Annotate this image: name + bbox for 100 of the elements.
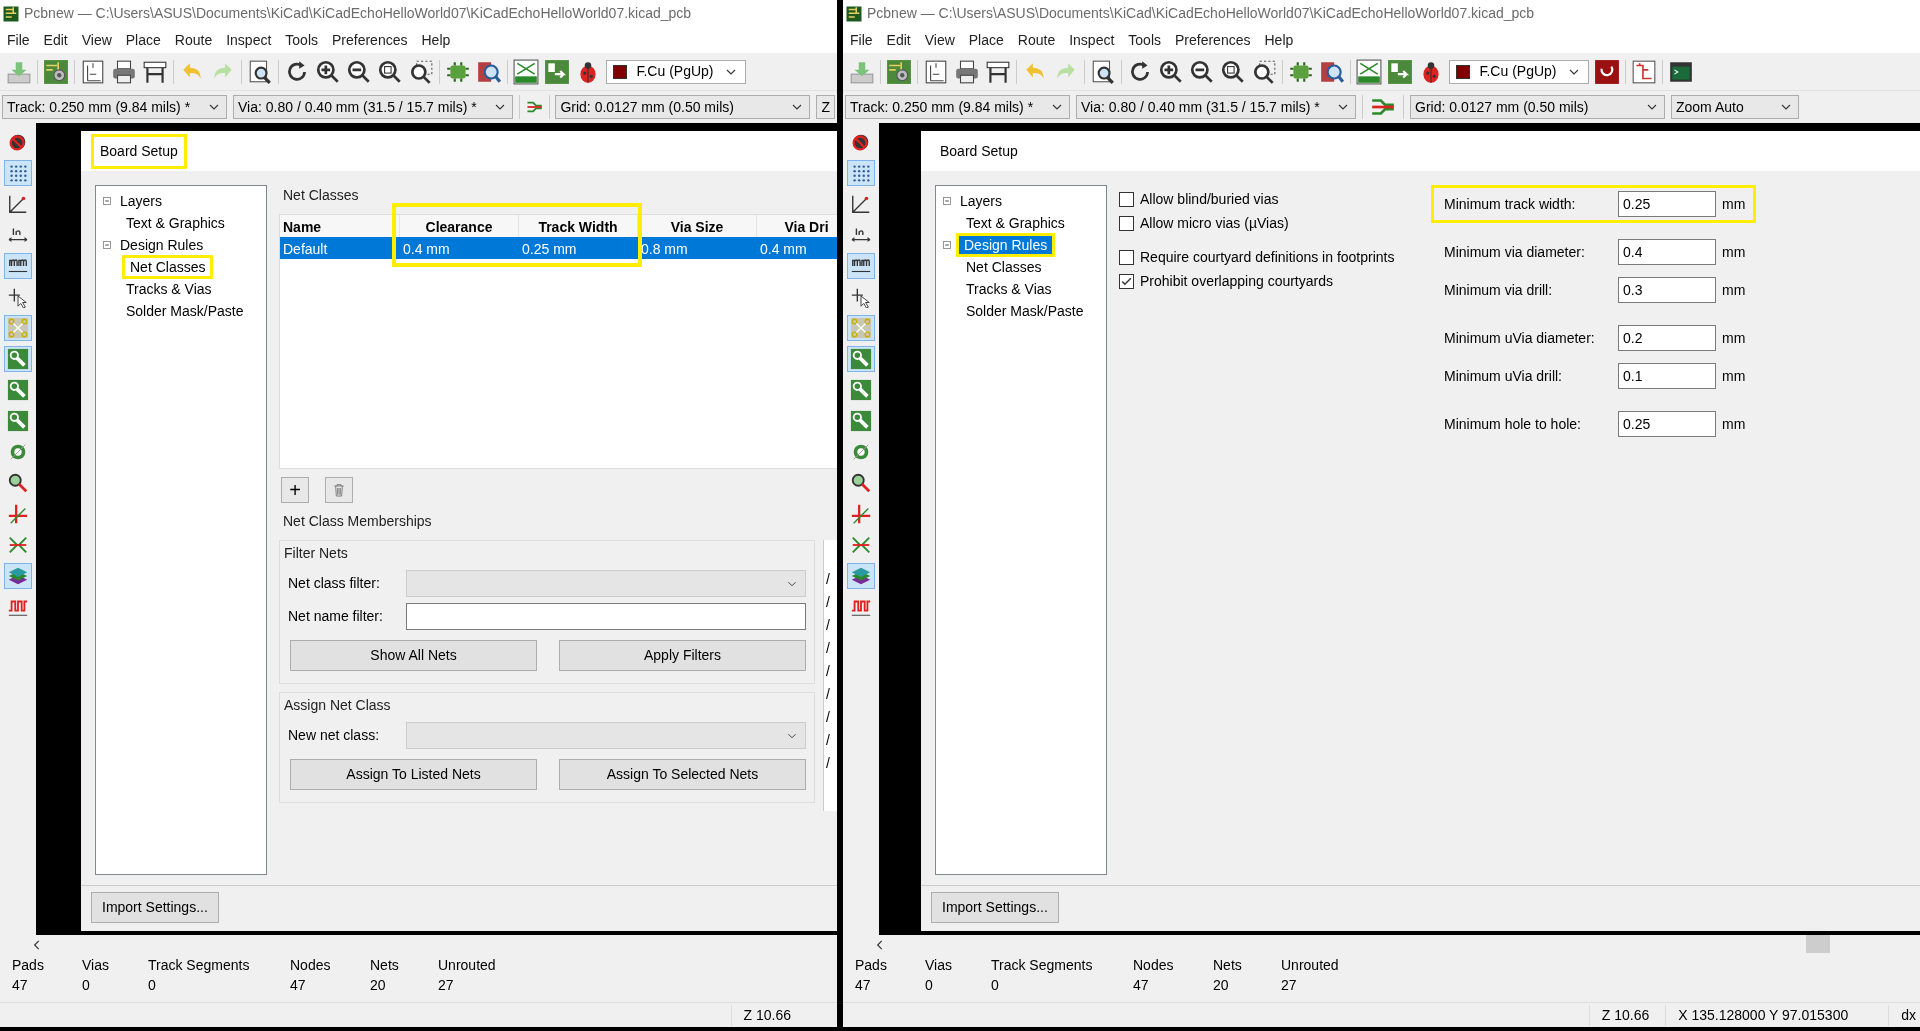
page-ruler-icon[interactable] <box>80 58 106 85</box>
menu-item[interactable]: Preferences <box>1168 29 1258 51</box>
tree-item[interactable]: Text & Graphics <box>962 213 1069 233</box>
cursor-icon[interactable] <box>850 286 872 308</box>
grid-icon[interactable] <box>850 162 872 184</box>
column-header[interactable]: Clearance <box>400 215 519 237</box>
menu-item[interactable]: File <box>0 29 37 51</box>
column-header[interactable]: Name <box>280 215 400 237</box>
track-display-icon[interactable] <box>850 348 872 370</box>
action-button[interactable]: Apply Filters <box>559 640 806 671</box>
menu-item[interactable]: Inspect <box>1062 29 1122 51</box>
column-header[interactable]: Track Width <box>519 215 638 237</box>
menu-item[interactable]: View <box>917 29 962 51</box>
zoom-in-icon[interactable] <box>1158 58 1184 85</box>
checkbox[interactable] <box>1119 249 1134 265</box>
track-display-icon[interactable] <box>7 348 29 370</box>
menu-item[interactable]: Tools <box>1121 29 1168 51</box>
curve-tool-icon[interactable] <box>1594 58 1620 85</box>
net-name[interactable]: / <box>824 662 837 681</box>
menu-item[interactable]: Route <box>167 29 220 51</box>
delete-button[interactable] <box>325 477 353 503</box>
layer-dropdown[interactable]: F.Cu (PgUp) <box>606 59 746 84</box>
netlist-icon[interactable] <box>1356 58 1382 85</box>
menu-item[interactable]: View <box>74 29 119 51</box>
highlight-net-icon[interactable] <box>850 472 872 494</box>
tree-item[interactable]: Solder Mask/Paste <box>962 301 1088 321</box>
collapse-icon[interactable] <box>940 194 954 208</box>
collapse-icon[interactable] <box>100 194 114 208</box>
action-button[interactable]: Show All Nets <box>290 640 537 671</box>
menu-item[interactable]: Place <box>961 29 1011 51</box>
net-name[interactable]: / <box>824 731 837 750</box>
number-field[interactable]: 0.4 <box>1618 239 1716 265</box>
cross-tracks-icon[interactable] <box>850 534 872 556</box>
scrollbar-thumb[interactable] <box>1806 935 1830 953</box>
zoom-dropdown[interactable]: Z <box>816 95 835 119</box>
action-button[interactable]: Assign To Listed Nets <box>290 759 537 790</box>
menu-item[interactable]: Inspect <box>219 29 279 51</box>
number-field[interactable]: 0.25 <box>1618 191 1716 217</box>
menu-item[interactable]: File <box>843 29 880 51</box>
number-field[interactable]: 0.25 <box>1618 411 1716 437</box>
zoom-in-icon[interactable] <box>315 58 341 85</box>
tree-item[interactable]: Layers <box>116 191 167 211</box>
track-width-dropdown[interactable]: Track: 0.250 mm (9.84 mils) * <box>2 95 227 119</box>
printer-icon[interactable] <box>954 58 980 85</box>
circuit-gear-icon[interactable] <box>886 58 912 85</box>
number-field[interactable]: 0.3 <box>1618 277 1716 303</box>
tree-item[interactable]: Net Classes <box>962 257 1046 277</box>
menu-item[interactable]: Help <box>414 29 458 51</box>
polar-coordinates-icon[interactable] <box>850 193 872 215</box>
collapse-icon[interactable] <box>940 238 954 252</box>
import-settings-button[interactable]: Import Settings... <box>931 892 1059 923</box>
printer-icon[interactable] <box>111 58 137 85</box>
zoom-fit-icon[interactable] <box>1220 58 1246 85</box>
net-name[interactable]: / <box>824 616 837 635</box>
via-size-dropdown[interactable]: Via: 0.80 / 0.40 mm (31.5 / 15.7 mils) * <box>233 95 513 119</box>
grid-dropdown[interactable]: Grid: 0.0127 mm (0.50 mils) <box>1410 95 1665 119</box>
net-name-filter-field[interactable] <box>406 603 806 630</box>
number-field[interactable]: 0.2 <box>1618 325 1716 351</box>
net-name[interactable]: / <box>824 593 837 612</box>
netlist-icon[interactable] <box>513 58 539 85</box>
tree-item[interactable]: Tracks & Vias <box>962 279 1056 299</box>
document-search-icon[interactable] <box>247 58 273 85</box>
net-name[interactable]: / <box>824 754 837 773</box>
polar-coordinates-icon[interactable] <box>7 193 29 215</box>
schematic-icon[interactable] <box>1631 58 1657 85</box>
menu-item[interactable]: Edit <box>879 29 918 51</box>
number-field[interactable]: 0.1 <box>1618 363 1716 389</box>
page-ruler-icon[interactable] <box>923 58 949 85</box>
zoom-dropdown[interactable]: Zoom Auto <box>1671 95 1799 119</box>
zoom-area-icon[interactable] <box>1251 58 1277 85</box>
import-settings-button[interactable]: Import Settings... <box>91 892 219 923</box>
track-display-icon[interactable] <box>7 379 29 401</box>
net-name[interactable]: / <box>824 639 837 658</box>
via-size-dropdown[interactable]: Via: 0.80 / 0.40 mm (31.5 / 15.7 mils) * <box>1076 95 1356 119</box>
tree-item[interactable]: Solder Mask/Paste <box>122 301 248 321</box>
tree-item[interactable]: Layers <box>956 191 1007 211</box>
zoom-fit-icon[interactable] <box>377 58 403 85</box>
menu-item[interactable]: Edit <box>36 29 75 51</box>
add-button[interactable]: + <box>281 477 309 503</box>
grid-icon[interactable] <box>7 162 29 184</box>
crosshair-icon[interactable] <box>7 503 29 525</box>
zoom-out-icon[interactable] <box>346 58 372 85</box>
column-header[interactable]: Via Dri <box>757 215 837 237</box>
tree-item[interactable]: Design Rules <box>956 233 1056 257</box>
menu-item[interactable]: Route <box>1010 29 1063 51</box>
checkbox[interactable] <box>1119 215 1134 231</box>
action-button[interactable]: Assign To Selected Nets <box>559 759 806 790</box>
net-name[interactable]: / <box>824 708 837 727</box>
collapse-icon[interactable] <box>100 238 114 252</box>
update-board-icon[interactable] <box>1387 58 1413 85</box>
menu-item[interactable]: Help <box>1257 29 1301 51</box>
cross-tracks-icon[interactable] <box>7 534 29 556</box>
document-search-icon[interactable] <box>1090 58 1116 85</box>
net-name[interactable]: / <box>824 570 837 589</box>
crosshair-icon[interactable] <box>850 503 872 525</box>
layers-icon[interactable] <box>7 565 29 587</box>
cursor-icon[interactable] <box>7 286 29 308</box>
highlight-net-icon[interactable] <box>7 472 29 494</box>
track-display-icon[interactable] <box>850 410 872 432</box>
track-width-dropdown[interactable]: Track: 0.250 mm (9.84 mils) * <box>845 95 1070 119</box>
